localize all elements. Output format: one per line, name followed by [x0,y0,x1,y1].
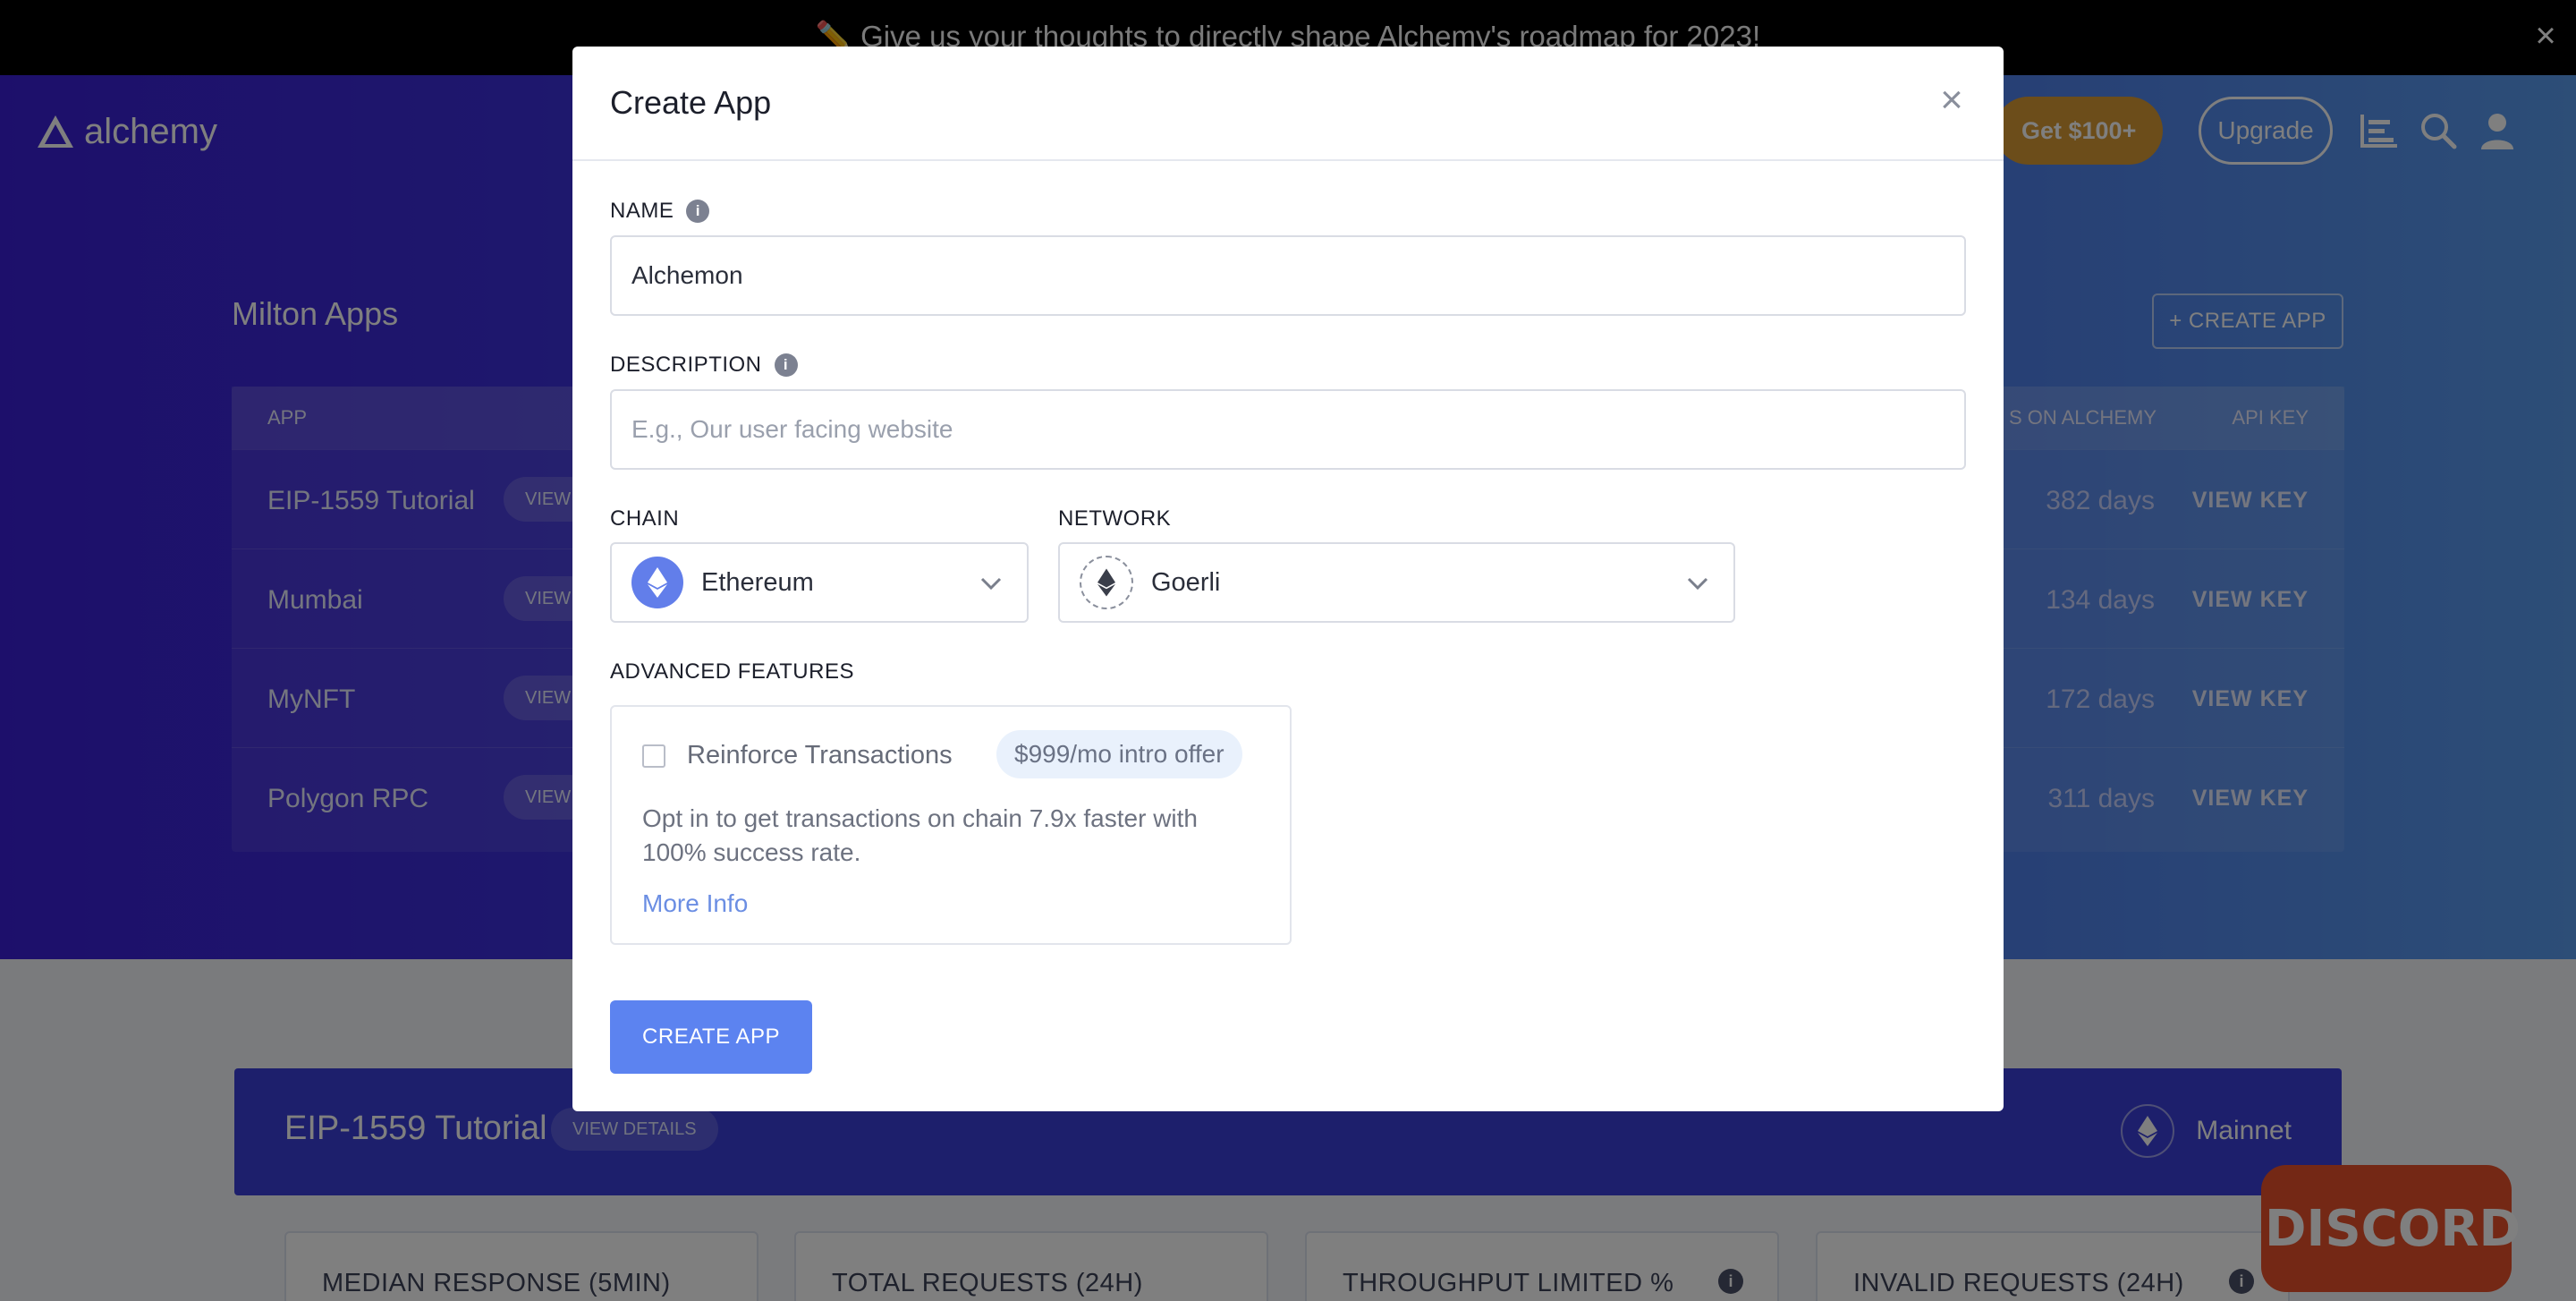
create-app-submit-button[interactable]: CREATE APP [610,1000,812,1074]
reinforce-checkbox[interactable] [642,744,665,768]
description-label: DESCRIPTION i [610,353,798,378]
offer-badge: $999/mo intro offer [996,730,1242,778]
description-label-text: DESCRIPTION [610,353,762,377]
reinforce-label[interactable]: Reinforce Transactions [687,741,953,770]
ethereum-icon [1080,556,1133,609]
network-select[interactable]: Goerli [1058,542,1735,623]
description-input[interactable] [610,389,1966,470]
name-label: NAME i [610,199,710,224]
info-icon[interactable]: i [774,353,798,377]
advanced-features-label: ADVANCED FEATURES [610,659,854,684]
modal-header: Create App × [572,47,2004,161]
network-value: Goerli [1151,567,1221,597]
modal-title: Create App [610,84,772,121]
reinforce-transactions-card: Reinforce Transactions $999/mo intro off… [610,705,1292,945]
chevron-down-icon [1687,577,1708,591]
name-input[interactable] [610,235,1966,316]
chain-value: Ethereum [701,567,814,597]
chain-label: CHAIN [610,506,680,531]
close-icon[interactable]: × [1934,81,1970,120]
chain-select[interactable]: Ethereum [610,542,1029,623]
name-label-text: NAME [610,199,674,223]
create-app-modal: Create App × NAME i DESCRIPTION i CHAIN … [572,47,2004,1111]
info-icon[interactable]: i [686,200,710,223]
more-info-link[interactable]: More Info [642,889,748,918]
ethereum-icon [631,557,683,608]
reinforce-description: Opt in to get transactions on chain 7.9x… [642,804,1199,866]
chevron-down-icon [980,577,1002,591]
network-label: NETWORK [1058,506,1172,531]
